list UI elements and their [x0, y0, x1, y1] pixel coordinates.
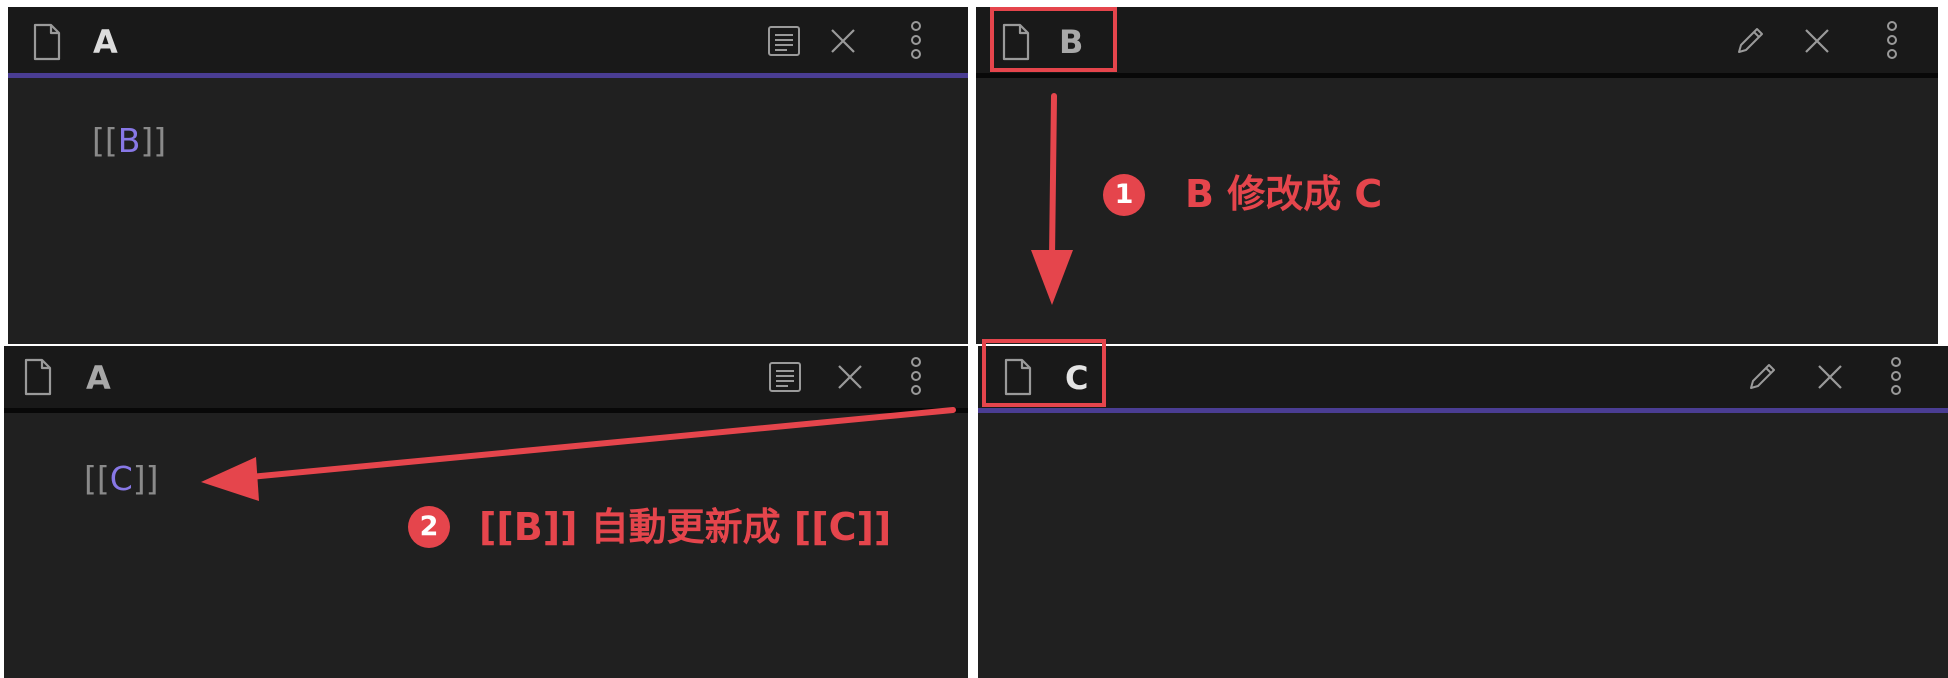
step-1-badge: 1: [1103, 174, 1145, 216]
step-1-caption: B 修改成 C: [1185, 172, 1383, 216]
annotation-arrows: [201, 93, 1073, 501]
step-2-badge: 2: [408, 506, 450, 548]
step-2-caption: [[B]] 自動更新成 [[C]]: [479, 505, 892, 549]
